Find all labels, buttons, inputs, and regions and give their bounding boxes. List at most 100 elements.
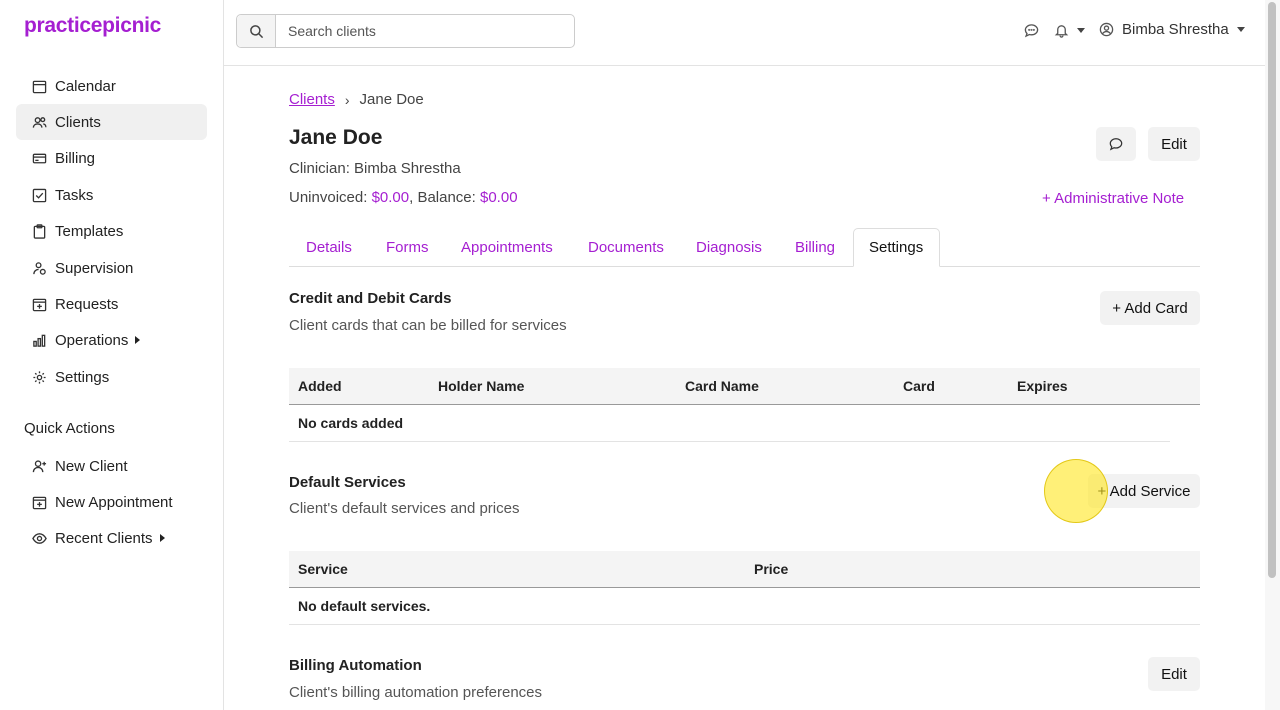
cards-section-description: Client cards that can be billed for serv… <box>289 317 567 334</box>
sidebar: practicepicnic Calendar Clients Billing … <box>0 0 224 710</box>
uninvoiced-label: Uninvoiced: <box>289 189 368 206</box>
tab-details[interactable]: Details <box>306 228 352 266</box>
sidebar-item-operations[interactable]: Operations <box>16 322 207 358</box>
top-bar: Bimba Shrestha <box>224 0 1265 66</box>
app-logo[interactable]: practicepicnic <box>24 14 161 38</box>
cards-section-title: Credit and Debit Cards <box>289 290 452 307</box>
breadcrumb: Clients › Jane Doe <box>289 91 424 108</box>
user-menu[interactable]: Bimba Shrestha <box>1099 21 1245 38</box>
client-name: Jane Doe <box>289 126 383 149</box>
edit-automation-button[interactable]: Edit <box>1148 657 1200 691</box>
services-empty-row: No default services. <box>289 588 1200 625</box>
breadcrumb-clients-link[interactable]: Clients <box>289 91 335 108</box>
quick-action-new-client[interactable]: New Client <box>16 448 207 484</box>
tab-documents[interactable]: Documents <box>588 228 664 266</box>
users-icon <box>31 114 47 130</box>
chevron-down-icon <box>1077 28 1085 33</box>
sidebar-item-requests[interactable]: Requests <box>16 286 207 322</box>
quick-action-label: New Client <box>55 457 128 475</box>
sidebar-item-label: Billing <box>55 149 96 167</box>
clipboard-icon <box>31 223 47 239</box>
add-administrative-note-link[interactable]: + Administrative Note <box>1042 190 1184 207</box>
checkbox-icon <box>31 187 47 203</box>
eye-icon <box>31 530 47 546</box>
cards-table-header: Added Holder Name Card Name Card Expires <box>289 368 1200 405</box>
column-header: Expires <box>1017 378 1068 394</box>
supervisor-icon <box>31 260 47 276</box>
messages-button[interactable] <box>1024 23 1039 38</box>
sidebar-item-label: Templates <box>55 222 124 240</box>
chevron-down-icon <box>1236 27 1245 32</box>
calendar-plus-icon <box>31 296 47 312</box>
cards-empty-row: No cards added <box>289 405 1170 442</box>
sidebar-item-tasks[interactable]: Tasks <box>16 177 207 213</box>
sidebar-item-label: Requests <box>55 295 119 313</box>
chevron-right-icon <box>159 534 165 542</box>
sidebar-item-label: Supervision <box>55 259 134 277</box>
calendar-plus-icon <box>31 494 47 510</box>
column-header: Price <box>754 561 789 577</box>
gear-icon <box>31 369 47 385</box>
sidebar-item-label: Calendar <box>55 77 116 95</box>
user-name: Bimba Shrestha <box>1122 21 1229 38</box>
automation-section-description: Client's billing automation preferences <box>289 684 543 701</box>
chat-bubble-icon <box>1109 138 1123 151</box>
bar-chart-icon <box>31 332 47 348</box>
column-header: Card <box>903 378 935 394</box>
edit-client-button[interactable]: Edit <box>1148 127 1200 161</box>
sidebar-item-label: Clients <box>55 113 101 131</box>
balance-label: , Balance: <box>409 189 476 206</box>
notifications-button[interactable] <box>1054 23 1085 38</box>
quick-action-recent-clients[interactable]: Recent Clients <box>16 520 207 556</box>
search-input[interactable] <box>276 15 574 47</box>
services-section-title: Default Services <box>289 474 406 491</box>
credit-card-icon <box>31 150 47 166</box>
tab-appointments[interactable]: Appointments <box>461 228 553 266</box>
quick-actions-title: Quick Actions <box>24 420 115 437</box>
sidebar-item-templates[interactable]: Templates <box>16 213 207 249</box>
services-table-header: Service Price <box>289 551 1200 588</box>
tab-forms[interactable]: Forms <box>386 228 429 266</box>
chevron-right-icon <box>135 336 141 344</box>
client-tabs: Details Forms Appointments Documents Dia… <box>289 228 1200 267</box>
services-section-description: Client's default services and prices <box>289 500 520 517</box>
sidebar-item-settings[interactable]: Settings <box>16 359 207 395</box>
breadcrumb-current: Jane Doe <box>359 91 424 108</box>
column-header: Card Name <box>685 378 759 394</box>
scrollbar-thumb[interactable] <box>1268 2 1276 578</box>
page-scrollbar[interactable] <box>1265 0 1280 710</box>
clinician-line: Clinician: Bimba Shrestha <box>289 160 461 177</box>
user-circle-icon <box>1099 22 1114 37</box>
calendar-icon <box>31 78 47 94</box>
sidebar-item-label: Tasks <box>55 186 94 204</box>
search-box <box>236 14 575 48</box>
column-header: Holder Name <box>438 378 525 394</box>
add-service-button[interactable]: + Add Service <box>1088 474 1200 508</box>
column-header: Added <box>298 378 342 394</box>
chat-bubble-icon <box>1024 24 1039 38</box>
message-client-button[interactable] <box>1096 127 1136 161</box>
tab-billing[interactable]: Billing <box>795 228 835 266</box>
bell-icon <box>1054 25 1069 38</box>
sidebar-item-billing[interactable]: Billing <box>16 140 207 176</box>
sidebar-item-clients[interactable]: Clients <box>16 104 207 140</box>
sidebar-item-calendar[interactable]: Calendar <box>16 68 207 104</box>
chevron-right-icon: › <box>344 91 350 108</box>
tab-settings[interactable]: Settings <box>853 228 940 267</box>
quick-action-label: New Appointment <box>55 493 173 511</box>
search-icon <box>249 24 263 38</box>
sidebar-item-supervision[interactable]: Supervision <box>16 250 207 286</box>
column-header: Service <box>298 561 348 577</box>
search-button[interactable] <box>237 15 276 47</box>
quick-action-new-appointment[interactable]: New Appointment <box>16 484 207 520</box>
sidebar-item-label: Operations <box>55 331 129 349</box>
add-card-button[interactable]: + Add Card <box>1100 291 1200 325</box>
automation-section-title: Billing Automation <box>289 657 422 674</box>
quick-action-label: Recent Clients <box>55 529 153 547</box>
sidebar-item-label: Settings <box>55 368 110 386</box>
tab-diagnosis[interactable]: Diagnosis <box>696 228 762 266</box>
uninvoiced-value[interactable]: $0.00 <box>372 189 410 206</box>
user-plus-icon <box>31 458 47 474</box>
balance-value[interactable]: $0.00 <box>480 189 518 206</box>
balance-line: Uninvoiced: $0.00, Balance: $0.00 <box>289 189 518 206</box>
